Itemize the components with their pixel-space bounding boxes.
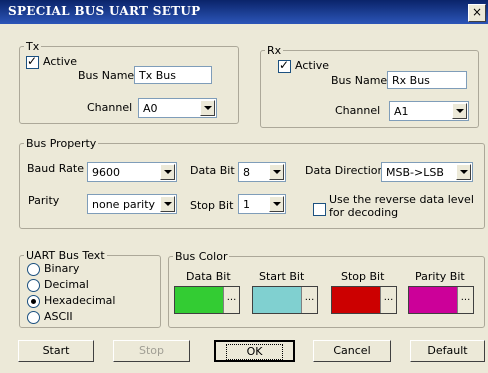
parity-bit-color-fill [409,287,458,313]
stop-bit-label: Stop Bit [190,199,234,212]
bus-color-legend: Bus Color [175,250,228,263]
data-bit-color-picker[interactable]: ... [174,286,240,314]
more-icon[interactable]: ... [223,287,239,313]
parity-value: none parity [92,198,156,211]
tx-bus-name-input[interactable]: Tx Bus [134,66,212,84]
tx-channel-label: Channel [87,101,133,114]
chevron-down-icon[interactable] [452,103,467,119]
color-label-start-bit: Start Bit [259,270,305,283]
uart-bus-text-group: UART Bus Text [19,249,161,328]
chevron-down-icon[interactable] [200,100,215,116]
window-title: SPECIAL BUS UART SETUP [8,4,201,18]
color-label-data-bit: Data Bit [186,270,231,283]
data-direction-select[interactable]: MSB->LSB [381,162,473,182]
start-button[interactable]: Start [18,340,94,362]
tx-bus-name-label: Bus Name [78,69,135,82]
rx-active-checkbox[interactable] [278,58,291,73]
parity-bit-color-picker[interactable]: ... [408,286,474,314]
chevron-down-icon[interactable] [456,164,471,180]
title-bar: SPECIAL BUS UART SETUP × [0,0,488,24]
ok-button-label: OK [225,344,284,360]
chevron-down-icon[interactable] [269,164,284,180]
radio-hexadecimal[interactable] [27,295,40,308]
tx-channel-value: A0 [143,102,158,115]
rx-bus-name-label: Bus Name [331,74,388,87]
option-hexadecimal-label: Hexadecimal [44,294,116,307]
option-decimal-label: Decimal [44,278,89,291]
reverse-level-label-line2: for decoding [329,206,399,219]
more-icon[interactable]: ... [380,287,396,313]
tx-legend: Tx [26,40,40,53]
data-direction-label: Data Direction [305,164,385,177]
cancel-button[interactable]: Cancel [313,340,391,362]
more-icon[interactable]: ... [457,287,473,313]
parity-label: Parity [28,194,60,207]
rx-channel-label: Channel [335,104,381,117]
reverse-level-label-line1: Use the reverse data level [329,193,474,206]
radio-ascii[interactable] [27,311,40,324]
close-icon[interactable]: × [468,4,486,22]
data-bit-color-fill [175,287,224,313]
baud-rate-label: Baud Rate [27,162,84,175]
rx-channel-value: A1 [394,105,409,118]
start-bit-color-picker[interactable]: ... [252,286,318,314]
color-label-parity-bit: Parity Bit [415,270,465,283]
stop-bit-color-picker[interactable]: ... [331,286,397,314]
tx-channel-select[interactable]: A0 [138,98,217,118]
data-bit-label: Data Bit [190,164,235,177]
radio-binary[interactable] [27,263,40,276]
uart-bus-text-legend: UART Bus Text [26,249,105,262]
rx-bus-name-input[interactable]: Rx Bus [387,71,467,89]
rx-legend: Rx [267,44,282,57]
radio-decimal[interactable] [27,279,40,292]
data-bit-value: 8 [243,166,250,179]
stop-button[interactable]: Stop [113,340,190,362]
tx-active-label: Active [43,55,78,68]
reverse-level-checkbox[interactable] [313,203,326,216]
tx-active-checkbox[interactable] [26,54,39,69]
stop-bit-value: 1 [243,198,250,211]
chevron-down-icon[interactable] [160,164,175,180]
ok-button[interactable]: OK [214,340,295,362]
parity-select[interactable]: none parity [87,194,177,214]
baud-rate-select[interactable]: 9600 [87,162,177,182]
stop-bit-color-fill [332,287,381,313]
chevron-down-icon[interactable] [269,196,284,212]
rx-active-label: Active [295,59,330,72]
stop-bit-select[interactable]: 1 [238,194,286,214]
color-label-stop-bit: Stop Bit [341,270,385,283]
start-bit-color-fill [253,287,302,313]
baud-rate-value: 9600 [92,166,120,179]
option-binary-label: Binary [44,262,80,275]
uart-setup-dialog: SPECIAL BUS UART SETUP × Tx Active Bus N… [0,0,488,373]
bus-property-legend: Bus Property [26,137,97,150]
data-bit-select[interactable]: 8 [238,162,286,182]
data-direction-value: MSB->LSB [386,166,444,179]
rx-channel-select[interactable]: A1 [389,101,469,121]
bus-property-group: Bus Property [19,137,485,229]
option-ascii-label: ASCII [44,310,73,323]
default-button[interactable]: Default [410,340,485,362]
chevron-down-icon[interactable] [160,196,175,212]
more-icon[interactable]: ... [301,287,317,313]
